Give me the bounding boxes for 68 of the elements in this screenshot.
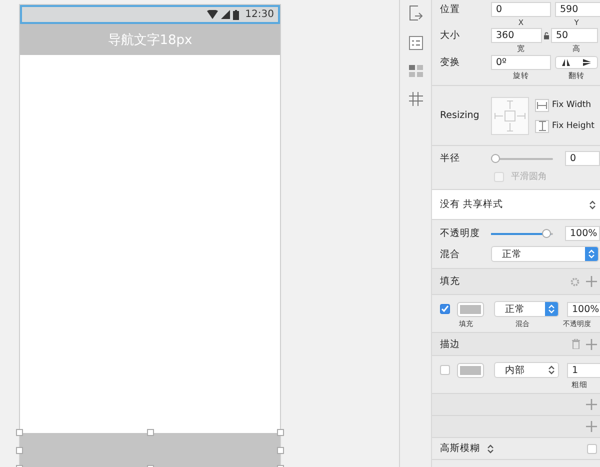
table-icon[interactable] bbox=[408, 92, 422, 106]
border-thickness-field[interactable]: 1 bbox=[567, 362, 600, 378]
fill-blend-select[interactable]: 正常 bbox=[494, 301, 559, 317]
blend-select[interactable]: 正常 bbox=[491, 246, 599, 262]
gear-icon[interactable] bbox=[570, 276, 580, 286]
flip-horizontal-icon bbox=[562, 59, 570, 66]
shared-style-dropdown[interactable]: 没有 共享样式 bbox=[432, 190, 600, 220]
trash-icon[interactable] bbox=[572, 339, 580, 349]
radius-slider[interactable] bbox=[491, 154, 553, 164]
fix-height-icon[interactable] bbox=[535, 120, 549, 132]
position-label: 位置 bbox=[440, 3, 461, 16]
grid-icon[interactable] bbox=[408, 65, 422, 77]
blur-checkbox[interactable] bbox=[587, 444, 597, 454]
selection-handle[interactable] bbox=[277, 429, 284, 436]
list-icon[interactable] bbox=[408, 36, 422, 50]
stepper-icon bbox=[548, 365, 555, 375]
blend-label: 混合 bbox=[440, 248, 461, 260]
radius-label: 半径 bbox=[440, 152, 461, 165]
flip-control[interactable] bbox=[555, 56, 598, 69]
radius-field[interactable]: 0 bbox=[565, 151, 600, 166]
opacity-field[interactable]: 100% bbox=[565, 226, 600, 241]
fix-width-icon[interactable] bbox=[535, 98, 549, 112]
plus-icon[interactable] bbox=[586, 399, 597, 410]
plus-icon[interactable] bbox=[586, 338, 597, 350]
stepper-icon bbox=[487, 444, 494, 454]
lock-icon[interactable] bbox=[544, 32, 549, 40]
fill-color-swatch[interactable] bbox=[457, 302, 484, 316]
slider-thumb[interactable] bbox=[542, 228, 552, 238]
selection-handle[interactable] bbox=[16, 447, 23, 454]
plus-icon[interactable] bbox=[586, 421, 597, 432]
blur-label: 高斯模糊 bbox=[440, 442, 480, 455]
border-position-select[interactable]: 内部 bbox=[494, 362, 559, 378]
battery-icon bbox=[233, 10, 240, 20]
stepper-icon bbox=[548, 304, 555, 314]
fix-option-label: Fix Height bbox=[552, 121, 594, 131]
transform-label: 变换 bbox=[440, 56, 461, 69]
border-checkbox[interactable] bbox=[440, 365, 450, 375]
opacity-slider[interactable] bbox=[491, 228, 553, 238]
fill-checkbox[interactable] bbox=[440, 304, 450, 314]
plus-icon[interactable] bbox=[586, 276, 597, 287]
stepper-icon bbox=[588, 249, 595, 259]
selection-handle[interactable] bbox=[277, 447, 284, 454]
check-icon bbox=[441, 305, 449, 313]
fix-option-label: Fix Width bbox=[552, 100, 592, 110]
x-field[interactable]: 0 bbox=[491, 2, 551, 17]
border-color-swatch[interactable] bbox=[457, 362, 484, 378]
border-title: 描边 bbox=[440, 338, 460, 350]
resizing-control[interactable] bbox=[491, 96, 529, 134]
signal-icon bbox=[221, 10, 230, 19]
smooth-corners-label: 平滑圆角 bbox=[511, 170, 547, 183]
resizing-label: Resizing bbox=[440, 110, 480, 121]
size-label: 大小 bbox=[440, 29, 461, 42]
height-field[interactable]: 50 bbox=[551, 28, 598, 43]
stepper-icon bbox=[589, 200, 596, 210]
width-field[interactable]: 360 bbox=[491, 28, 542, 43]
selection-handle[interactable] bbox=[147, 429, 154, 436]
export-icon[interactable] bbox=[408, 5, 422, 21]
flip-vertical-icon bbox=[582, 59, 591, 66]
rotation-field[interactable]: 0º bbox=[491, 55, 551, 70]
fill-opacity-field[interactable]: 100% bbox=[567, 302, 600, 316]
y-field[interactable]: 590 bbox=[555, 2, 600, 17]
wifi-icon bbox=[207, 10, 218, 19]
selection-handle[interactable] bbox=[16, 429, 23, 436]
nav-title: 导航文字18px bbox=[108, 32, 192, 48]
opacity-label: 不透明度 bbox=[440, 227, 481, 240]
status-time: 12:30 bbox=[245, 9, 274, 20]
fill-title: 填充 bbox=[440, 275, 460, 288]
slider-thumb[interactable] bbox=[491, 154, 500, 162]
